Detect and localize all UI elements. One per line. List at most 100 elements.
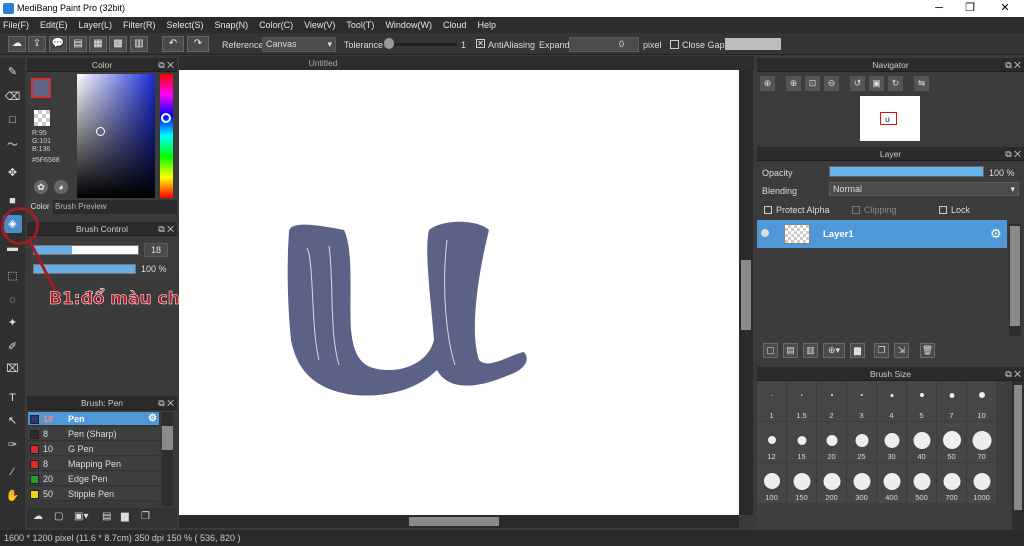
menu-snap[interactable]: Snap(N) [215, 20, 249, 30]
clipping-checkbox[interactable] [852, 206, 860, 214]
brush-settings-icon[interactable]: ▤ [102, 511, 111, 522]
undo-icon[interactable]: ↶ [162, 36, 184, 52]
panel-controls-icon[interactable]: ⧉ ✕ [158, 222, 174, 236]
new-brush-icon[interactable]: ▢ [54, 511, 63, 522]
menu-cloud[interactable]: Cloud [443, 20, 467, 30]
brush-list-item[interactable]: 8 Pen (Sharp) [28, 427, 159, 441]
panel-controls-icon[interactable]: ⧉ ✕ [1005, 147, 1021, 161]
line-tool-icon[interactable]: 〜 [3, 136, 22, 154]
tab-untitled[interactable]: Untitled [179, 56, 467, 70]
menu-window[interactable]: Window(W) [385, 20, 432, 30]
brush-size-cell[interactable]: 700 [937, 463, 967, 503]
brush-list-item[interactable]: 8 Mapping Pen [28, 457, 159, 471]
new-halftone-layer-icon[interactable]: ▤ [783, 343, 798, 358]
brush-size-cell[interactable]: 1.5 [787, 381, 817, 421]
tiles-icon[interactable]: ▥ [130, 36, 148, 52]
brush-size-cell[interactable]: 15 [787, 422, 817, 462]
brush-size-cell[interactable]: 2 [817, 381, 847, 421]
brush-size-cell[interactable]: 300 [847, 463, 877, 503]
close-gaps-slider[interactable] [725, 38, 781, 50]
drawing-canvas[interactable] [179, 70, 739, 515]
brush-size-cell[interactable]: 12 [757, 422, 787, 462]
brush-size-cell[interactable]: 20 [817, 422, 847, 462]
brush-size-cell[interactable]: 25 [847, 422, 877, 462]
brush-size-cell[interactable]: 70 [967, 422, 997, 462]
select-pen-icon[interactable]: ✐ [3, 338, 22, 356]
new-layer-icon[interactable]: ▢ [763, 343, 778, 358]
transparent-swatch[interactable] [34, 110, 50, 126]
layer-name[interactable]: Layer1 [823, 229, 854, 240]
dropper-icon[interactable]: ⁄ [3, 463, 22, 481]
close-button[interactable]: ✕ [990, 2, 1020, 14]
document-icon[interactable]: ▤ [69, 36, 87, 52]
operation-tool-icon[interactable]: ↖ [3, 412, 22, 430]
tolerance-slider[interactable] [385, 43, 457, 46]
panel-controls-icon[interactable]: ⧉ ✕ [1005, 58, 1021, 72]
add-brush-icon[interactable]: ▣▾ [74, 511, 88, 522]
primary-color-swatch[interactable] [31, 78, 51, 98]
brush-size-cell[interactable]: 50 [937, 422, 967, 462]
menu-view[interactable]: View(V) [304, 20, 335, 30]
tab-brush-preview[interactable]: Brush Preview [55, 200, 107, 214]
select-eraser-icon[interactable]: ⌧ [3, 360, 22, 378]
cloud-icon[interactable]: ☁ [8, 36, 26, 52]
brush-size-cell[interactable]: 100 [757, 463, 787, 503]
zoom-actual-icon[interactable]: ⊡ [805, 76, 820, 91]
canvas-vertical-scrollbar[interactable] [739, 70, 753, 515]
duplicate-layer-icon[interactable]: ❐ [874, 343, 889, 358]
eraser-tool-icon[interactable]: ⌫ [3, 88, 22, 106]
brush-size-cell[interactable]: 5 [907, 381, 937, 421]
rotate-left-icon[interactable]: ↺ [850, 76, 865, 91]
color-picker-cursor[interactable] [96, 127, 105, 136]
brush-size-cell[interactable]: 1000 [967, 463, 997, 503]
protect-alpha-checkbox[interactable] [764, 206, 772, 214]
brush-size-cell[interactable]: 150 [787, 463, 817, 503]
brush-size-cell[interactable]: 4 [877, 381, 907, 421]
brush-size-scrollbar[interactable] [1012, 381, 1024, 530]
tolerance-slider-handle[interactable] [384, 38, 394, 49]
shape-tool-icon[interactable]: □ [3, 111, 22, 129]
maximize-button[interactable]: ❐ [955, 2, 985, 14]
brush-size-cell[interactable]: 30 [877, 422, 907, 462]
canvas-horizontal-scrollbar[interactable] [179, 515, 739, 528]
color-wheel-icon[interactable]: ◕ [54, 180, 68, 194]
zoom-fit-icon[interactable]: ⊕ [760, 76, 775, 91]
reference-select[interactable]: Canvas ▾ [262, 37, 336, 52]
gear-icon[interactable]: ⚙ [148, 412, 157, 426]
visibility-eye-icon[interactable] [761, 229, 769, 237]
rotate-right-icon[interactable]: ↻ [888, 76, 903, 91]
antialiasing-checkbox[interactable]: ✕ [476, 39, 485, 48]
menu-tool[interactable]: Tool(T) [346, 20, 374, 30]
brush-size-cell[interactable]: 1 [757, 381, 787, 421]
gear-icon[interactable]: ⚙ [990, 226, 1002, 242]
select-rect-icon[interactable]: ⬚ [3, 267, 22, 285]
layer-scroll-thumb[interactable] [1010, 226, 1020, 326]
brush-list-item[interactable]: 50 Stipple Pen [28, 487, 159, 501]
magic-wand-icon[interactable]: ✦ [3, 314, 22, 332]
layer-folder-icon[interactable]: ▆ [850, 343, 865, 358]
brush-tool-icon[interactable]: ✎ [3, 63, 22, 81]
duplicate-icon[interactable]: ❐ [141, 511, 150, 522]
brush-list-item[interactable]: 10 G Pen [28, 442, 159, 456]
new-8bit-layer-icon[interactable]: ▥ [803, 343, 818, 358]
brush-size-scroll-thumb[interactable] [1014, 385, 1022, 510]
menu-layer[interactable]: Layer(L) [79, 20, 113, 30]
brush-size-cell[interactable]: 3 [847, 381, 877, 421]
grid-icon[interactable]: ▩ [109, 36, 127, 52]
eyedropper-icon[interactable]: ✑ [3, 436, 22, 454]
lock-checkbox[interactable] [939, 206, 947, 214]
fit-window-icon[interactable]: ▣ [869, 76, 884, 91]
merge-layer-icon[interactable]: ⇲ [894, 343, 909, 358]
menu-filter[interactable]: Filter(R) [123, 20, 156, 30]
comment-icon[interactable]: 💬 [49, 36, 67, 52]
brush-list-scroll-thumb[interactable] [162, 426, 173, 450]
brush-size-value[interactable]: 18 [144, 243, 168, 257]
menu-help[interactable]: Help [477, 20, 496, 30]
brush-size-cell[interactable]: 7 [937, 381, 967, 421]
brush-size-cell[interactable]: 400 [877, 463, 907, 503]
saturation-value-picker[interactable] [77, 74, 155, 198]
brush-size-cell[interactable]: 40 [907, 422, 937, 462]
zoom-in-icon[interactable]: ⊕ [786, 76, 801, 91]
panel-controls-icon[interactable]: ⧉ ✕ [1005, 367, 1021, 381]
brush-size-cell[interactable]: 500 [907, 463, 937, 503]
